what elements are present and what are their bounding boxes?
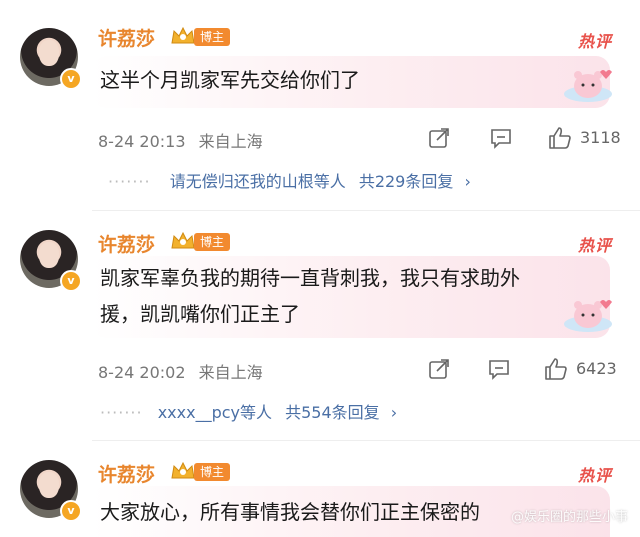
comment-text-line-1: 凯家军辜负我的期待一直背刺我，我只有求助外 (100, 266, 520, 290)
username[interactable]: 许荔莎 (98, 230, 155, 257)
username[interactable]: 许荔莎 (98, 460, 155, 487)
comment-icon[interactable] (488, 358, 510, 380)
timestamp: 8-24 20:02 (98, 363, 186, 382)
avatar[interactable]: v (20, 460, 82, 522)
reply-count: 共229条回复 (358, 172, 454, 191)
comment-meta: 8-24 20:13 来自上海 (98, 128, 263, 152)
reply-preview: 请无偿归还我的山根等人 (169, 172, 346, 191)
avatar[interactable]: v (20, 230, 82, 292)
blogger-badge: 博主 (194, 28, 231, 46)
crown-icon (171, 461, 195, 479)
sticker-icon (564, 300, 612, 332)
location: 来自上海 (198, 363, 263, 382)
watermark: @娱乐圈的那些小事 (510, 510, 628, 525)
comment-meta: 8-24 20:02 来自上海 (98, 359, 263, 383)
sticker-icon (564, 70, 612, 102)
avatar[interactable]: v (20, 28, 82, 90)
verified-icon: v (60, 68, 82, 90)
location: 来自上海 (198, 132, 263, 151)
comment-bubble: 这半个月凯家军先交给你们了 (92, 56, 612, 108)
like-count: 3118 (580, 128, 621, 147)
timestamp: 8-24 20:13 (98, 132, 186, 151)
like-icon[interactable] (544, 357, 568, 381)
share-icon[interactable] (428, 127, 450, 149)
share-icon[interactable] (428, 358, 450, 380)
hot-comment-label: 热评 (577, 466, 612, 485)
hot-comment-label: 热评 (577, 32, 612, 51)
reply-count: 共554条回复 (285, 403, 380, 422)
replies-link[interactable]: ······· 请无偿归还我的山根等人 共229条回复 › (108, 168, 471, 192)
reply-dots: ······· (100, 403, 143, 422)
comment-text: 大家放心，所有事情我会替你们正主保密的 (100, 500, 480, 524)
like-icon[interactable] (548, 126, 572, 150)
divider (92, 210, 640, 211)
comment-text: 这半个月凯家军先交给你们了 (100, 68, 360, 92)
crown-icon (171, 26, 195, 44)
like-count: 6423 (576, 359, 617, 378)
blogger-badge: 博主 (194, 463, 231, 481)
verified-icon: v (60, 270, 82, 292)
verified-icon: v (60, 500, 82, 522)
crown-icon (171, 231, 195, 249)
divider (92, 440, 640, 441)
comment-bubble: 凯家军辜负我的期待一直背刺我，我只有求助外 援，凯凯嘴你们正主了 (92, 256, 612, 338)
hot-comment-label: 热评 (577, 236, 612, 255)
reply-preview: xxxx__pcy等人 (157, 403, 273, 422)
comment-icon[interactable] (490, 127, 512, 149)
replies-link[interactable]: ······· xxxx__pcy等人 共554条回复 › (100, 399, 397, 423)
blogger-badge: 博主 (194, 233, 231, 251)
chevron-right-icon: › (390, 403, 398, 422)
chevron-right-icon: › (464, 172, 471, 191)
username[interactable]: 许荔莎 (98, 24, 155, 51)
reply-dots: ······· (108, 172, 151, 191)
comment-text-line-2: 援，凯凯嘴你们正主了 (100, 302, 300, 326)
